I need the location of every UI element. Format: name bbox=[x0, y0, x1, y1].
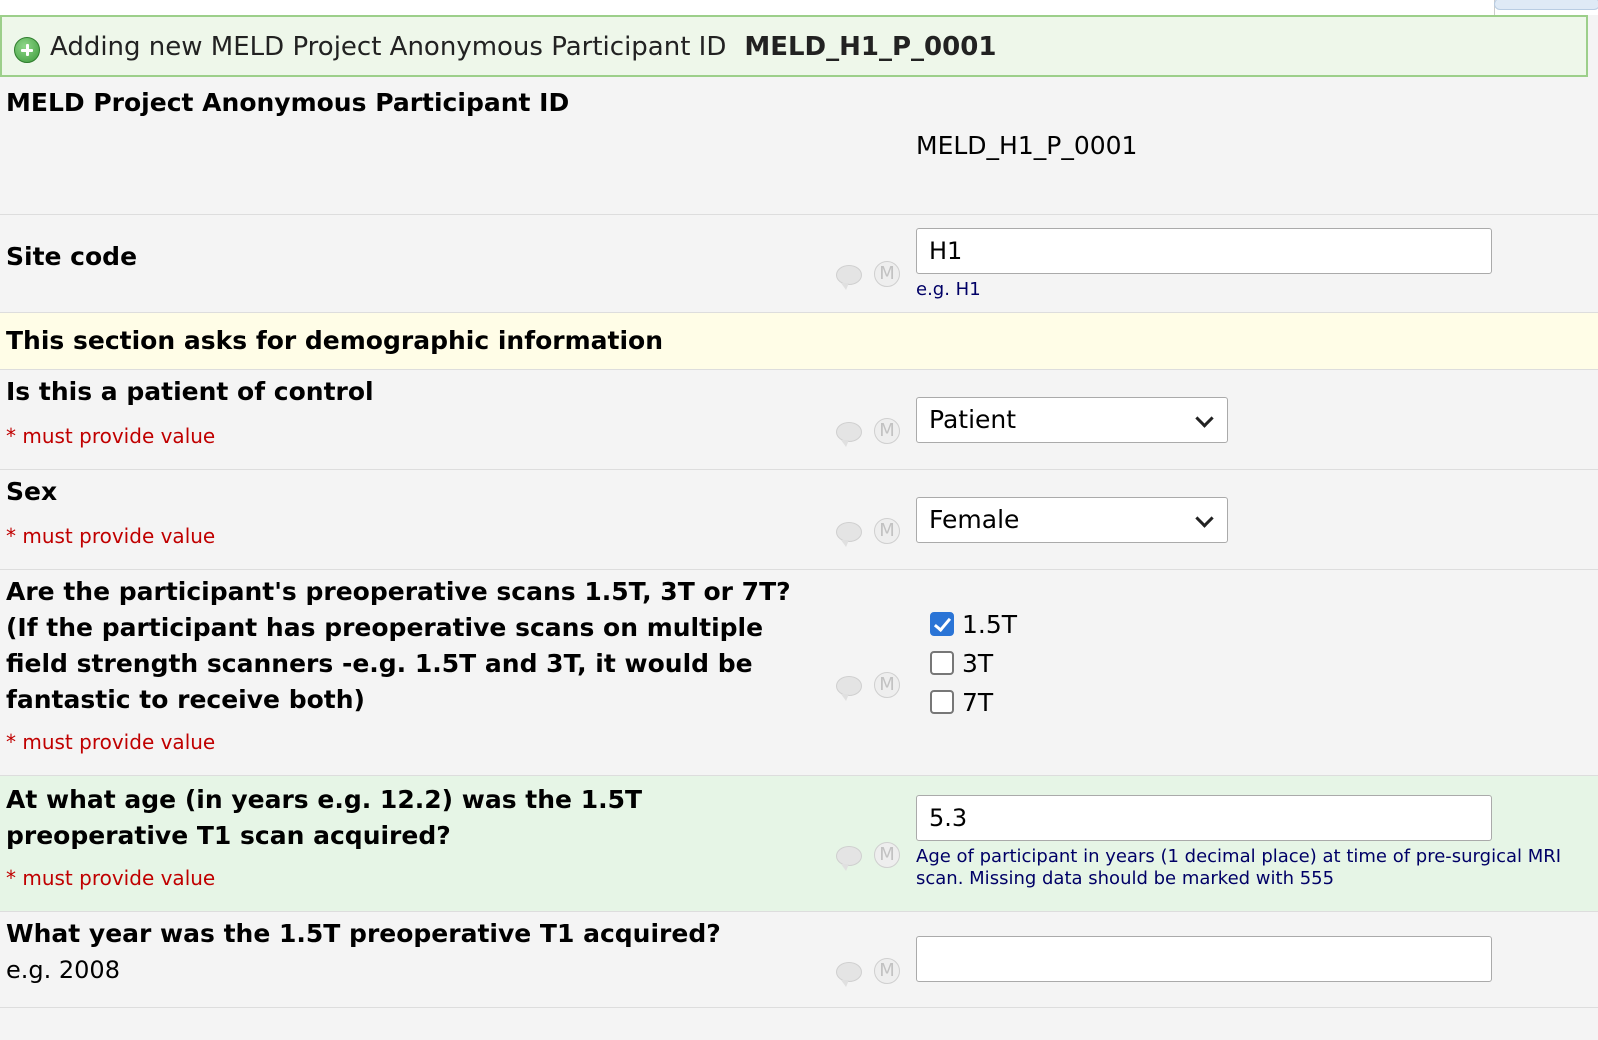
required-note: * must provide value bbox=[6, 424, 216, 448]
age-at-scan-hint: Age of participant in years (1 decimal p… bbox=[916, 846, 1562, 889]
site-code-hint: e.g. H1 bbox=[916, 279, 981, 300]
checkbox-label: 7T bbox=[962, 688, 994, 717]
comment-bubble-icon[interactable] bbox=[836, 676, 862, 701]
participant-id-value: MELD_H1_P_0001 bbox=[916, 131, 1138, 160]
row-sex: Sex * must provide value M Female bbox=[0, 470, 1598, 570]
form-header: Adding new MELD Project Anonymous Partic… bbox=[0, 15, 1588, 77]
chevron-down-icon bbox=[1195, 509, 1214, 528]
field-icons: M bbox=[836, 672, 906, 702]
required-note: * must provide value bbox=[6, 866, 216, 890]
field-label: MELD Project Anonymous Participant ID bbox=[6, 88, 570, 117]
selected-value: Female bbox=[929, 505, 1020, 534]
field-icons: M bbox=[836, 842, 906, 872]
section-header: This section asks for demographic inform… bbox=[0, 313, 1598, 370]
field-icons: M bbox=[836, 418, 906, 448]
record-id: MELD_H1_P_0001 bbox=[744, 32, 997, 62]
form-title-text: Adding new MELD Project Anonymous Partic… bbox=[50, 32, 727, 62]
add-icon bbox=[14, 37, 40, 63]
field-icons: M bbox=[836, 958, 906, 988]
checkbox-label: 3T bbox=[962, 649, 994, 678]
required-note: * must provide value bbox=[6, 730, 216, 754]
checkbox-label: 1.5T bbox=[962, 610, 1018, 639]
patient-control-select[interactable]: Patient bbox=[916, 397, 1228, 443]
row-age-at-scan: At what age (in years e.g. 12.2) was the… bbox=[0, 776, 1598, 912]
field-icons: M bbox=[836, 261, 906, 291]
missing-data-m-icon[interactable]: M bbox=[874, 518, 900, 544]
required-note: * must provide value bbox=[6, 524, 216, 548]
missing-data-m-icon[interactable]: M bbox=[874, 261, 900, 287]
row-participant-id: MELD Project Anonymous Participant ID ME… bbox=[0, 77, 1598, 215]
comment-bubble-icon[interactable] bbox=[836, 846, 862, 871]
form-title: Adding new MELD Project Anonymous Partic… bbox=[50, 32, 996, 62]
row-next-partial bbox=[0, 1008, 1598, 1040]
chevron-down-icon bbox=[1195, 409, 1214, 428]
checkbox[interactable] bbox=[930, 690, 954, 714]
comment-bubble-icon[interactable] bbox=[836, 265, 862, 290]
missing-data-m-icon[interactable]: M bbox=[874, 842, 900, 868]
field-label: Are the participant's preoperative scans… bbox=[6, 577, 791, 714]
comment-bubble-icon[interactable] bbox=[836, 962, 862, 987]
field-label: What year was the 1.5T preoperative T1 a… bbox=[6, 919, 721, 948]
comment-bubble-icon[interactable] bbox=[836, 522, 862, 547]
site-code-input[interactable] bbox=[916, 228, 1492, 274]
comment-bubble-icon[interactable] bbox=[836, 422, 862, 447]
missing-data-m-icon[interactable]: M bbox=[874, 958, 900, 984]
field-icons: M bbox=[836, 518, 906, 548]
checkbox[interactable] bbox=[930, 651, 954, 675]
row-scan-strength: Are the participant's preoperative scans… bbox=[0, 570, 1598, 776]
scrollbar[interactable] bbox=[1494, 0, 1598, 10]
field-label: Site code bbox=[6, 242, 138, 271]
field-label: Is this a patient of control bbox=[6, 377, 374, 406]
row-site-code: Site code M e.g. H1 bbox=[0, 215, 1598, 313]
row-patient-control: Is this a patient of control * must prov… bbox=[0, 370, 1598, 470]
top-strip bbox=[0, 0, 1598, 15]
missing-data-m-icon[interactable]: M bbox=[874, 672, 900, 698]
age-at-scan-input[interactable] bbox=[916, 795, 1492, 841]
section-header-text: This section asks for demographic inform… bbox=[6, 326, 664, 355]
scan-year-input[interactable] bbox=[916, 936, 1492, 982]
field-label: At what age (in years e.g. 12.2) was the… bbox=[6, 785, 643, 850]
checkbox[interactable] bbox=[930, 612, 954, 636]
missing-data-m-icon[interactable]: M bbox=[874, 418, 900, 444]
field-label: Sex bbox=[6, 477, 58, 506]
selected-value: Patient bbox=[929, 405, 1017, 434]
row-scan-year: What year was the 1.5T preoperative T1 a… bbox=[0, 912, 1598, 1008]
field-note: e.g. 2008 bbox=[6, 956, 120, 984]
sex-select[interactable]: Female bbox=[916, 497, 1228, 543]
